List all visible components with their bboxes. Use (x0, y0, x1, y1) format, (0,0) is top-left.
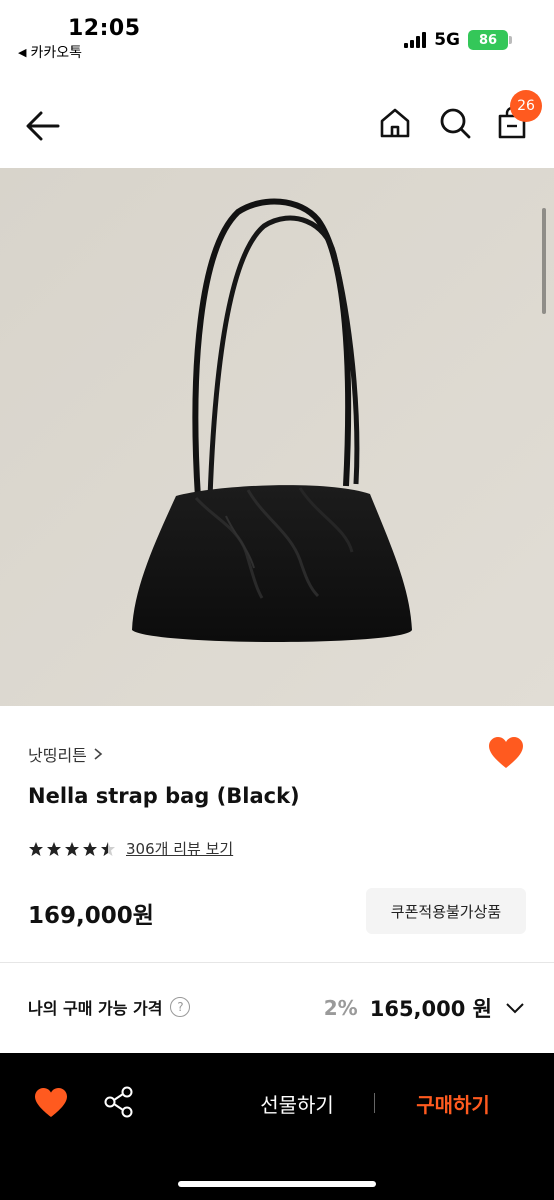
battery-level: 86 (478, 32, 498, 48)
back-to-app-link[interactable]: ◀ 카카오톡 (18, 42, 82, 62)
home-icon[interactable] (378, 106, 412, 140)
product-image[interactable] (0, 168, 554, 706)
my-price-label: 나의 구매 가능 가격 (28, 999, 163, 1018)
gift-button[interactable]: 선물하기 (236, 1083, 358, 1123)
back-triangle-icon: ◀ (18, 45, 27, 59)
brand-name: 낫띵리튼 (28, 746, 87, 765)
product-name: Nella strap bag (Black) (28, 784, 300, 808)
back-app-label: 카카오톡 (30, 45, 82, 61)
brand-link[interactable]: 낫띵리튼 (28, 742, 103, 766)
discount-price: 165,000 원 (369, 997, 492, 1021)
cart-count-badge: 26 (510, 90, 542, 122)
star-full-icon (65, 841, 79, 856)
rating-stars (28, 841, 116, 857)
chevron-down-icon[interactable] (504, 997, 526, 1019)
share-icon[interactable] (102, 1085, 136, 1119)
product-price: 169,000원 (28, 903, 154, 929)
help-icon[interactable]: ? (170, 997, 191, 1017)
battery-icon: 86 (468, 30, 512, 50)
button-separator (374, 1093, 375, 1113)
discount-rate: 2% (323, 996, 358, 1020)
top-nav (0, 84, 554, 168)
star-half-icon (101, 841, 115, 856)
network-type: 5G (434, 30, 460, 50)
star-full-icon (83, 841, 97, 856)
wishlist-heart-icon[interactable] (488, 736, 524, 770)
chevron-right-icon (94, 748, 103, 760)
image-scroll-indicator (542, 208, 546, 314)
status-indicators: 5G 86 (404, 30, 512, 50)
home-indicator (178, 1181, 376, 1187)
wishlist-heart-icon[interactable] (34, 1087, 68, 1119)
star-full-icon (47, 841, 61, 856)
rating-row: 306개 리뷰 보기 (28, 838, 233, 859)
status-bar: 12:05 ◀ 카카오톡 5G 86 (0, 0, 554, 70)
my-price-row[interactable]: 나의 구매 가능 가격 ? 2% 165,000 원 (0, 963, 554, 1053)
back-arrow-icon[interactable] (24, 108, 62, 144)
my-price-label-group: 나의 구매 가능 가격 ? (28, 995, 191, 1019)
signal-icon (404, 32, 427, 48)
review-link[interactable]: 306개 리뷰 보기 (126, 838, 233, 859)
status-time: 12:05 (68, 16, 141, 41)
my-price-values: 2% 165,000 원 (324, 993, 526, 1023)
coupon-unavailable-badge: 쿠폰적용불가상품 (366, 888, 526, 934)
bag-illustration (0, 168, 554, 706)
buy-button[interactable]: 구매하기 (392, 1083, 514, 1123)
bottom-action-bar: 선물하기 구매하기 (0, 1053, 554, 1200)
star-full-icon (29, 841, 43, 856)
search-icon[interactable] (438, 106, 472, 140)
